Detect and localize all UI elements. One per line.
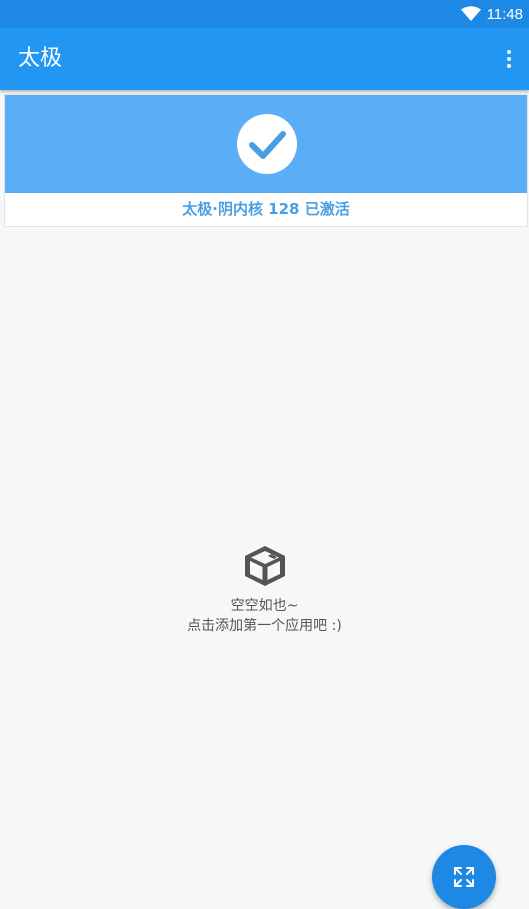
empty-title: 空空如也~ — [230, 598, 299, 614]
expand-icon — [454, 867, 474, 887]
check-circle-icon — [237, 114, 297, 174]
app-bar: 太极 — [0, 28, 529, 90]
more-vert-icon[interactable] — [499, 45, 519, 73]
status-time: 11:48 — [486, 5, 523, 23]
status-right: 11:48 — [460, 0, 523, 28]
status-text: 太极·阴内核 128 已激活 — [182, 200, 350, 218]
empty-hint: 点击添加第一个应用吧 :) — [187, 618, 342, 634]
wifi-icon — [460, 6, 481, 21]
app-title: 太极 — [18, 46, 63, 71]
empty-state: 空空如也~ 点击添加第一个应用吧 :) — [0, 542, 529, 636]
status-card[interactable]: 太极·阴内核 128 已激活 — [4, 94, 528, 227]
status-banner — [5, 95, 527, 193]
box-icon — [244, 546, 285, 586]
add-app-fab[interactable] — [432, 845, 496, 909]
status-bar: 11:48 — [0, 0, 529, 28]
